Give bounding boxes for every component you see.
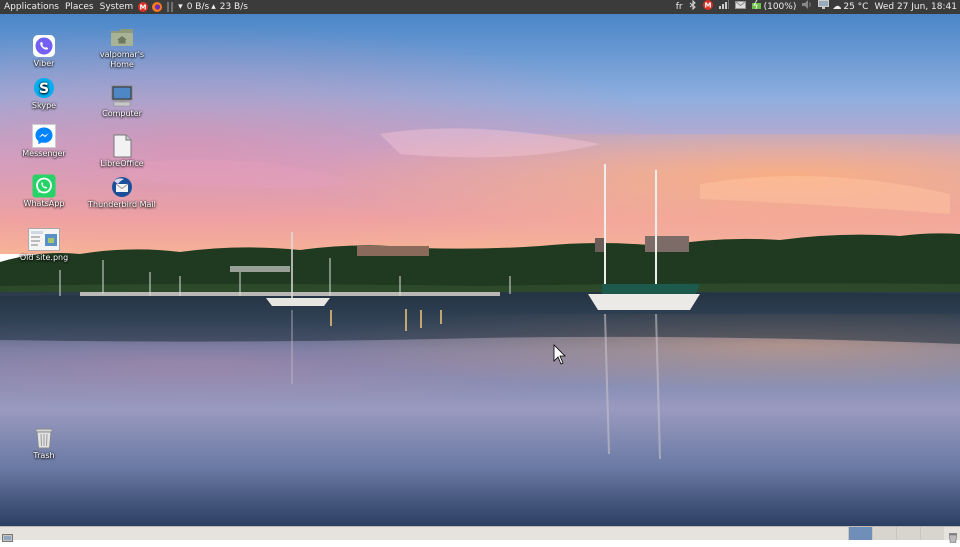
keyboard-layout-indicator[interactable]: fr (676, 0, 683, 14)
desktop-icon-label: valpomar's Home (99, 50, 145, 69)
bluetooth-icon[interactable] (689, 0, 697, 15)
net-up-speed: 23 B/s (219, 2, 248, 12)
desktop-icon-label: Messenger (22, 149, 66, 158)
thunderbird-icon (112, 177, 132, 197)
workspace-3[interactable] (896, 527, 920, 540)
weather-temperature[interactable]: 25 °C (843, 0, 868, 14)
gmail-launcher-icon[interactable]: M (138, 2, 149, 12)
desktop-icon-whatsapp[interactable]: WhatsApp (8, 174, 80, 209)
desktop-icon-label: Thunderbird Mail (88, 200, 156, 209)
desktop-icon-computer[interactable]: Computer (86, 84, 158, 119)
mail-icon[interactable] (734, 0, 746, 14)
weather-icon[interactable]: ☁ (832, 0, 841, 14)
whatsapp-icon (32, 174, 56, 198)
desktop-icon-skype[interactable]: S Skype (8, 76, 80, 111)
network-activity-icon (166, 2, 174, 12)
workspace-1[interactable] (848, 527, 872, 540)
viber-icon (33, 35, 55, 57)
svg-text:M: M (140, 4, 147, 12)
desktop-icon-label: Old site.png (19, 253, 69, 262)
workspace-2[interactable] (872, 527, 896, 540)
desktop-icon-label: Trash (33, 451, 55, 460)
home-folder-icon (111, 29, 133, 46)
libreoffice-icon (113, 134, 132, 158)
bottom-panel (0, 526, 960, 543)
desktop-icon-trash[interactable]: Trash (8, 426, 80, 461)
battery-icon[interactable] (751, 0, 762, 15)
messenger-icon (32, 124, 56, 148)
computer-icon (111, 85, 133, 107)
desktop-icon-libreoffice[interactable]: LibreOffice (86, 134, 158, 169)
trash-applet-icon[interactable] (948, 528, 958, 547)
desktop-icon-viber[interactable]: Viber (8, 34, 80, 69)
places-menu[interactable]: Places (62, 0, 97, 14)
top-panel: Applications Places System M ▾ 0 B/s ▴ 2… (0, 0, 960, 14)
svg-text:S: S (39, 81, 49, 97)
gmail-notifier-icon[interactable]: M (702, 0, 713, 15)
image-file-icon (28, 228, 60, 251)
firefox-launcher-icon[interactable] (152, 2, 163, 12)
desktop-icon-label: Viber (33, 59, 55, 68)
applications-menu[interactable]: Applications (0, 0, 62, 14)
desktop-icon-label: LibreOffice (100, 159, 144, 168)
desktop-icon-home[interactable]: valpomar's Home (86, 25, 158, 70)
display-icon[interactable] (818, 0, 830, 14)
desktop-icon-label: Skype (31, 101, 57, 110)
upload-arrow-icon: ▴ (211, 2, 216, 12)
trash-icon (35, 428, 53, 449)
desktop-icon-label: WhatsApp (23, 199, 65, 208)
desktop-icon-thunderbird[interactable]: Thunderbird Mail (86, 175, 158, 210)
clock[interactable]: Wed 27 Jun, 18:41 (874, 0, 957, 14)
desktop-icon-label: Computer (102, 109, 142, 118)
skype-icon: S (34, 78, 54, 98)
svg-text:M: M (704, 1, 711, 9)
volume-icon[interactable] (802, 0, 812, 14)
show-desktop-icon[interactable] (2, 528, 13, 547)
desktop-icon-messenger[interactable]: Messenger (8, 124, 80, 159)
desktop-icon-old-site[interactable]: Old site.png (8, 228, 80, 263)
download-arrow-icon: ▾ (178, 2, 183, 12)
battery-percentage[interactable]: (100%) (764, 0, 797, 14)
net-down-speed: 0 B/s (186, 2, 210, 12)
workspace-4[interactable] (920, 527, 944, 540)
signal-strength-icon[interactable] (718, 0, 729, 14)
system-tray: fr M (100%) ☁ 25 °C Wed 27 Jun, 18:41 (670, 0, 960, 15)
system-menu[interactable]: System (97, 0, 137, 14)
